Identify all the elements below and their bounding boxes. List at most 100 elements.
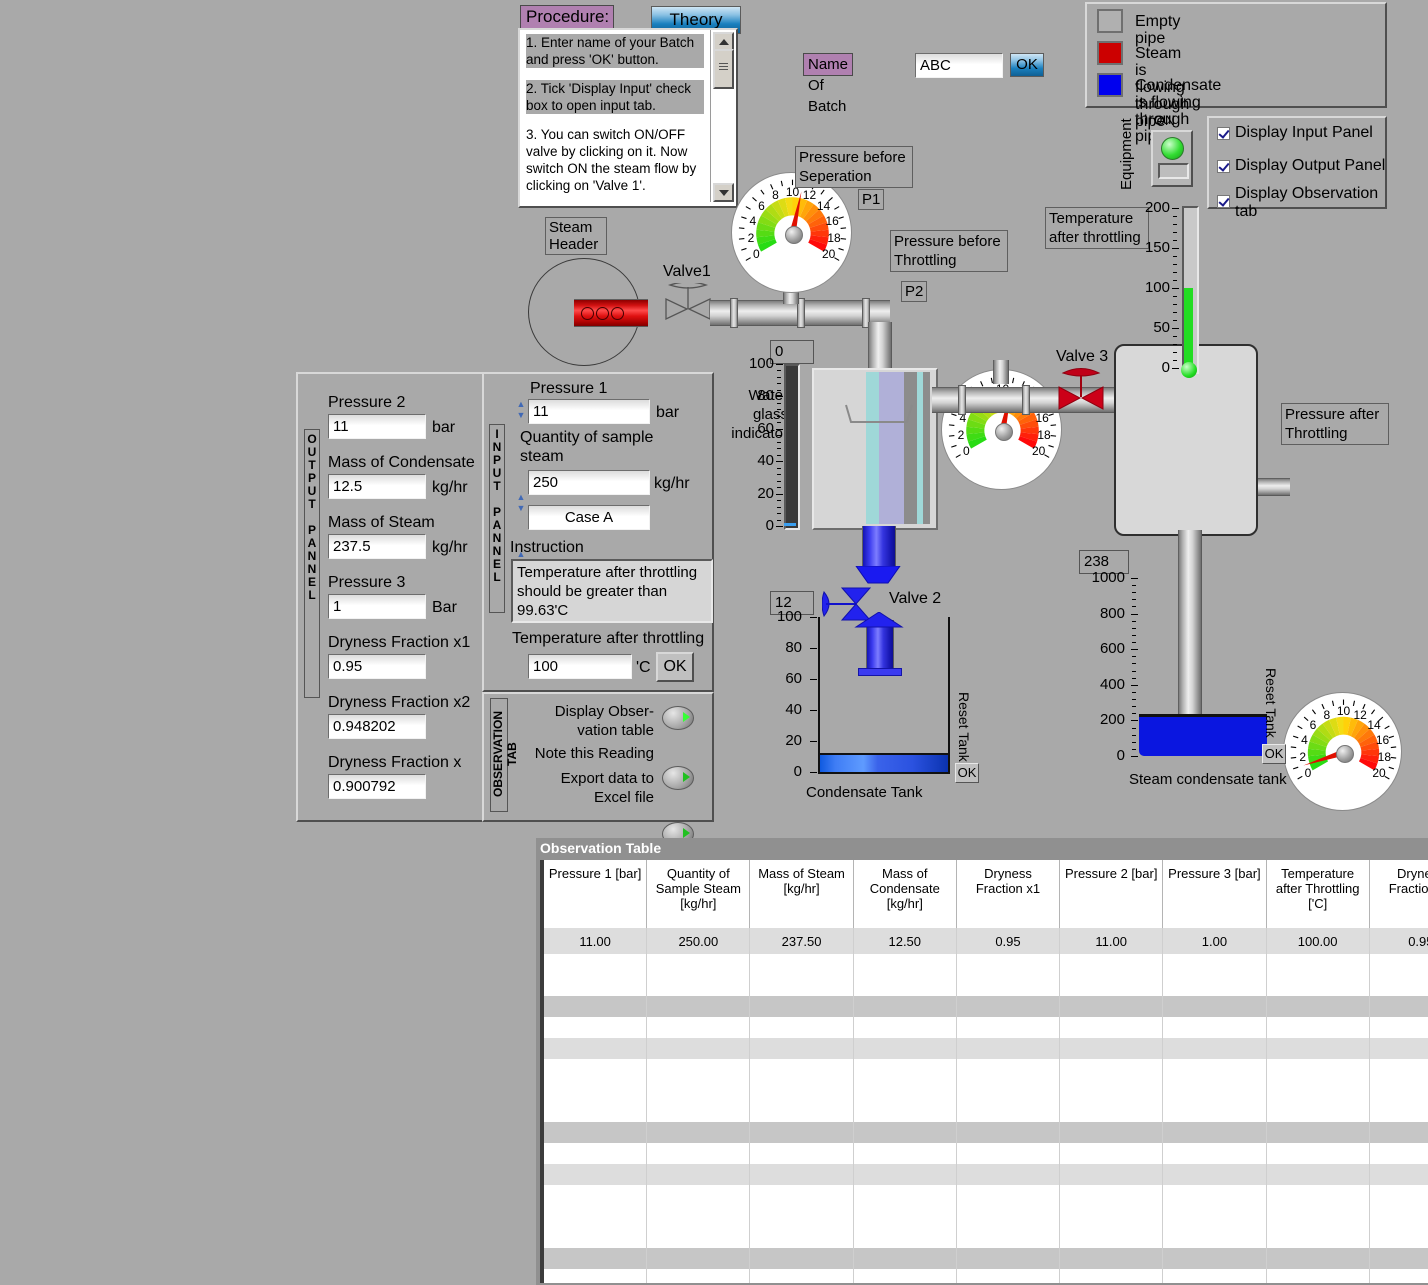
- table-row[interactable]: [544, 1248, 1428, 1269]
- table-cell[interactable]: [646, 1248, 751, 1269]
- table-cell[interactable]: 12.50: [853, 928, 957, 954]
- table-cell[interactable]: [853, 1101, 957, 1122]
- table-cell[interactable]: [749, 1122, 854, 1143]
- table-cell[interactable]: [853, 1122, 957, 1143]
- table-cell[interactable]: [956, 1185, 1061, 1206]
- table-cell[interactable]: [853, 975, 957, 996]
- table-cell[interactable]: [1266, 1038, 1370, 1059]
- spinner-up-icon[interactable]: ▲: [516, 400, 526, 410]
- table-row[interactable]: [544, 1269, 1428, 1283]
- table-cell[interactable]: [1059, 1038, 1164, 1059]
- table-cell[interactable]: [1369, 996, 1428, 1017]
- table-cell[interactable]: [1369, 1269, 1428, 1283]
- table-cell[interactable]: [853, 1248, 957, 1269]
- table-cell[interactable]: [1059, 1143, 1164, 1164]
- table-row[interactable]: [544, 975, 1428, 996]
- scroll-thumb[interactable]: [713, 49, 734, 89]
- table-cell[interactable]: [1266, 1101, 1370, 1122]
- table-cell[interactable]: [956, 1227, 1061, 1248]
- table-cell[interactable]: [646, 1206, 751, 1227]
- batch-name-input[interactable]: [915, 53, 1003, 78]
- equipment-led[interactable]: [1161, 137, 1184, 160]
- quantity-input[interactable]: [528, 470, 650, 495]
- table-cell[interactable]: [1162, 1122, 1267, 1143]
- table-cell[interactable]: [1059, 954, 1164, 975]
- table-cell[interactable]: [853, 1038, 957, 1059]
- table-cell[interactable]: [749, 1164, 854, 1185]
- table-cell[interactable]: [1162, 954, 1267, 975]
- table-cell[interactable]: [544, 1059, 648, 1080]
- table-cell[interactable]: [956, 1143, 1061, 1164]
- table-row[interactable]: [544, 1185, 1428, 1206]
- tab-procedure[interactable]: Procedure:: [520, 5, 614, 29]
- display-option-output-panel[interactable]: Display Output Panel: [1217, 157, 1385, 174]
- table-cell[interactable]: [956, 1122, 1061, 1143]
- spinner-up-icon[interactable]: ▲: [516, 493, 526, 503]
- table-cell[interactable]: [646, 1059, 751, 1080]
- table-cell[interactable]: [1369, 1038, 1428, 1059]
- table-cell[interactable]: [1162, 1080, 1267, 1101]
- table-cell[interactable]: [646, 1038, 751, 1059]
- table-cell[interactable]: 1.00: [1162, 928, 1267, 954]
- scroll-down-button[interactable]: [713, 183, 734, 202]
- display-option-input-panel[interactable]: Display Input Panel: [1217, 124, 1373, 141]
- checkbox-display-observation-tab[interactable]: [1217, 195, 1230, 208]
- table-cell[interactable]: [1266, 954, 1370, 975]
- table-cell[interactable]: [544, 1038, 648, 1059]
- table-cell[interactable]: [544, 996, 648, 1017]
- table-cell[interactable]: [1369, 1185, 1428, 1206]
- table-cell[interactable]: [853, 1227, 957, 1248]
- table-row[interactable]: [544, 1164, 1428, 1185]
- table-cell[interactable]: [646, 1080, 751, 1101]
- table-cell[interactable]: [646, 1269, 751, 1283]
- table-cell[interactable]: [1162, 975, 1267, 996]
- table-cell[interactable]: [646, 1185, 751, 1206]
- procedure-scrollbar[interactable]: [710, 30, 734, 202]
- table-cell[interactable]: 237.50: [749, 928, 854, 954]
- table-cell[interactable]: [956, 1206, 1061, 1227]
- batch-ok-button[interactable]: OK: [1010, 53, 1044, 77]
- table-cell[interactable]: [956, 1059, 1061, 1080]
- table-cell[interactable]: [1369, 1059, 1428, 1080]
- table-cell[interactable]: [749, 1059, 854, 1080]
- table-cell[interactable]: [956, 1248, 1061, 1269]
- table-cell[interactable]: [956, 1101, 1061, 1122]
- table-cell[interactable]: [1059, 1122, 1164, 1143]
- observation-table-body[interactable]: Pressure 1 [bar] Quantity of Sample Steam…: [540, 860, 1428, 1283]
- display-option-observation-tab[interactable]: Display Observation tab: [1217, 185, 1378, 220]
- table-cell[interactable]: [1059, 1164, 1164, 1185]
- spinner-down-icon[interactable]: ▼: [516, 504, 526, 514]
- table-cell[interactable]: [1369, 1017, 1428, 1038]
- table-row[interactable]: [544, 996, 1428, 1017]
- table-cell[interactable]: [956, 1269, 1061, 1283]
- table-cell[interactable]: [853, 954, 957, 975]
- table-cell[interactable]: [1369, 1164, 1428, 1185]
- table-cell[interactable]: [749, 1101, 854, 1122]
- steam-reset-ok-button[interactable]: OK: [1262, 744, 1286, 764]
- valve1[interactable]: [662, 281, 714, 327]
- table-cell[interactable]: [544, 1080, 648, 1101]
- temp-input[interactable]: [528, 654, 632, 679]
- table-cell[interactable]: [544, 975, 648, 996]
- table-cell[interactable]: [956, 996, 1061, 1017]
- table-cell[interactable]: [1369, 1227, 1428, 1248]
- table-cell[interactable]: [1266, 1227, 1370, 1248]
- table-cell[interactable]: [956, 975, 1061, 996]
- table-cell[interactable]: 100.00: [1266, 928, 1370, 954]
- table-cell[interactable]: [1369, 1248, 1428, 1269]
- table-cell[interactable]: [749, 1017, 854, 1038]
- table-cell[interactable]: [853, 1080, 957, 1101]
- table-cell[interactable]: [1162, 1185, 1267, 1206]
- table-cell[interactable]: [749, 975, 854, 996]
- table-cell[interactable]: [853, 1206, 957, 1227]
- table-cell[interactable]: 11.00: [544, 928, 648, 954]
- table-cell[interactable]: [956, 954, 1061, 975]
- table-cell[interactable]: [1059, 1185, 1164, 1206]
- table-cell[interactable]: 11.00: [1059, 928, 1164, 954]
- table-cell[interactable]: [1162, 1206, 1267, 1227]
- table-cell[interactable]: [1162, 1269, 1267, 1283]
- table-cell[interactable]: [646, 1164, 751, 1185]
- table-cell[interactable]: [853, 1059, 957, 1080]
- table-cell[interactable]: [1162, 996, 1267, 1017]
- table-cell[interactable]: [1059, 1269, 1164, 1283]
